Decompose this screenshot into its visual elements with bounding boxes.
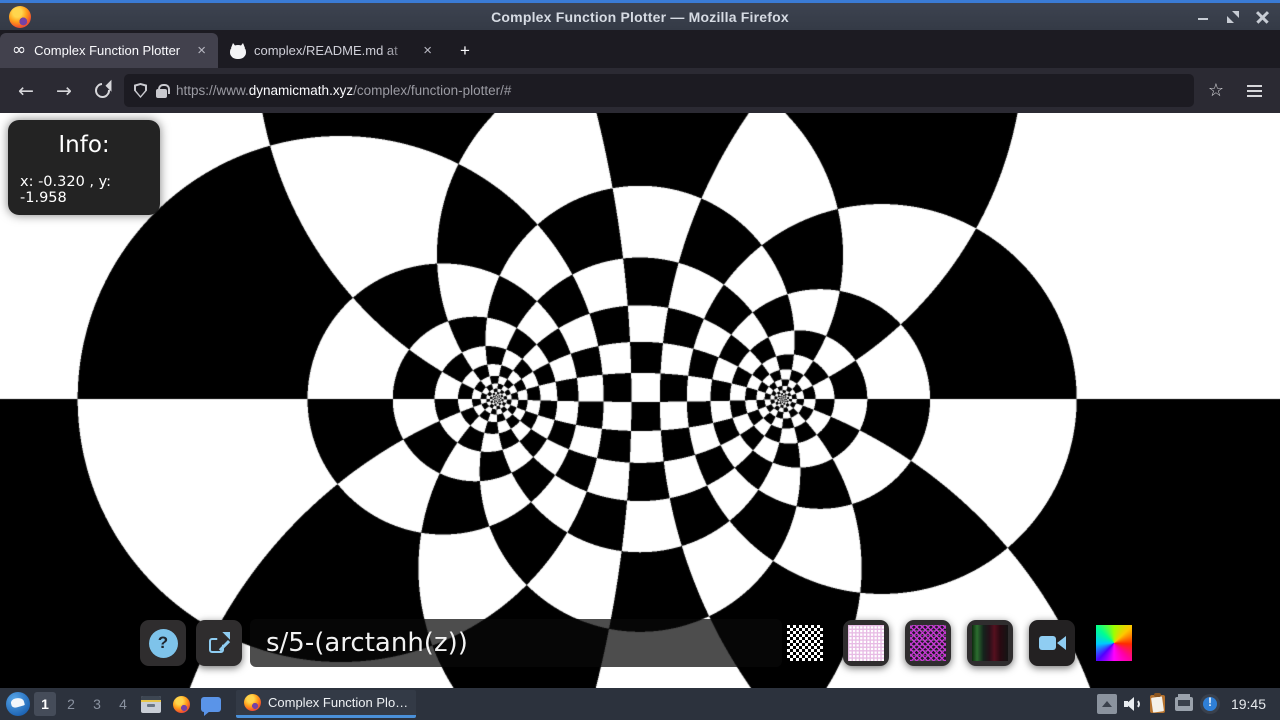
url-scheme: https://www. (176, 83, 249, 98)
external-link-icon (209, 632, 230, 653)
video-camera-icon (1038, 636, 1066, 650)
star-icon: ☆ (1207, 80, 1225, 101)
tab-complex-function-plotter[interactable]: ∞ Complex Function Plotter × (0, 33, 218, 68)
nav-toolbar: ← → https://www.dynamicmath.xyz/complex/… (0, 68, 1280, 113)
bookmark-button[interactable]: ☆ (1200, 75, 1232, 107)
chat-app-launcher[interactable] (198, 691, 224, 717)
github-icon (230, 42, 246, 59)
function-plot-canvas[interactable] (0, 113, 1280, 688)
function-input[interactable]: s/5-(arctanh(z)) (250, 619, 782, 667)
applications-menu-icon[interactable] (6, 692, 30, 716)
url-domain: dynamicmath.xyz (248, 83, 354, 98)
firefox-window: Complex Function Plotter — Mozilla Firef… (0, 0, 1280, 720)
firefox-icon (244, 694, 261, 711)
help-button[interactable]: ? (140, 620, 186, 666)
dark-scheme-button[interactable] (967, 620, 1013, 666)
tray-expander-button[interactable] (1096, 694, 1117, 714)
titlebar[interactable]: Complex Function Plotter — Mozilla Firef… (0, 0, 1280, 30)
zigzag-pattern-icon (910, 625, 946, 661)
cursor-coordinates: x: -0.320 , y: -1.958 (20, 174, 112, 206)
tab-bar: ∞ Complex Function Plotter × complex/REA… (0, 30, 1280, 68)
restore-button[interactable] (1226, 10, 1240, 24)
tab-title: Complex Function Plotter (34, 43, 181, 58)
file-manager-launcher[interactable] (138, 691, 164, 717)
share-link-button[interactable] (196, 620, 242, 666)
tab-close-icon[interactable]: × (195, 42, 208, 59)
workspace-1[interactable]: 1 (34, 692, 56, 716)
lock-icon[interactable] (156, 83, 170, 98)
window-controls (1196, 3, 1270, 30)
reload-icon (91, 79, 113, 102)
dark-stripes-icon (972, 625, 1008, 661)
updates-tray-icon[interactable] (1199, 693, 1221, 715)
tab-github-readme[interactable]: complex/README.md at × (218, 33, 444, 68)
grid-pattern-icon (848, 625, 884, 661)
info-panel: Info: x: -0.320 , y: -1.958 (8, 120, 160, 215)
taskbar-window-button[interactable]: Complex Function Plo… (236, 690, 417, 718)
new-tab-button[interactable]: + (450, 33, 480, 68)
firefox-launcher[interactable] (168, 691, 194, 717)
forward-button[interactable]: → (48, 75, 80, 107)
animation-button[interactable] (1029, 620, 1075, 666)
infinity-icon: ∞ (12, 40, 27, 60)
clipboard-tray-icon[interactable] (1147, 693, 1169, 715)
url-bar[interactable]: https://www.dynamicmath.xyz/complex/func… (124, 74, 1194, 107)
workspace-2[interactable]: 2 (60, 692, 82, 716)
menu-button[interactable] (1238, 75, 1270, 107)
taskbar-clock: 19:45 (1230, 696, 1266, 712)
workspace-3[interactable]: 3 (86, 692, 108, 716)
url-path: /complex/function-plotter/# (353, 83, 512, 98)
window-title: Complex Function Plotter — Mozilla Firef… (491, 8, 789, 25)
hamburger-icon (1246, 84, 1262, 97)
volume-tray-icon[interactable] (1121, 693, 1143, 715)
speaker-icon (1123, 697, 1140, 711)
back-button[interactable]: ← (10, 75, 42, 107)
clipboard-icon (1150, 693, 1166, 713)
grid-scheme-button[interactable] (843, 620, 889, 666)
tracking-shield-icon[interactable] (134, 83, 147, 98)
desktop-taskbar: 1 2 3 4 Complex Function Plo… 19:45 (0, 688, 1280, 720)
workspace-4[interactable]: 4 (112, 692, 134, 716)
question-mark-icon: ? (148, 628, 178, 658)
firefox-logo-icon (9, 6, 31, 28)
plot-viewport: Info: x: -0.320 , y: -1.958 ? s/5-(arcta… (0, 113, 1280, 688)
phase-pattern-scheme-button[interactable] (905, 620, 951, 666)
network-tray-icon[interactable] (1173, 693, 1195, 715)
checkerboard-scheme-button[interactable] (787, 625, 823, 661)
up-triangle-icon (1101, 701, 1112, 707)
info-panel-title: Info: (58, 132, 110, 158)
tab-close-icon[interactable]: × (421, 42, 434, 59)
file-manager-icon (141, 695, 161, 713)
function-expression: s/5-(arctanh(z)) (266, 628, 468, 658)
rainbow-scheme-button[interactable] (1096, 625, 1132, 661)
reload-button[interactable] (86, 75, 118, 107)
close-button[interactable] (1256, 10, 1270, 24)
url-text[interactable]: https://www.dynamicmath.xyz/complex/func… (176, 83, 1184, 98)
notification-badge-icon (1199, 694, 1220, 714)
minimize-button[interactable] (1196, 10, 1210, 24)
ethernet-icon (1174, 694, 1193, 711)
taskbar-window-title: Complex Function Plo… (268, 695, 409, 710)
chat-icon (201, 696, 221, 716)
firefox-icon (172, 695, 190, 713)
tab-title: complex/README.md at (254, 43, 414, 58)
